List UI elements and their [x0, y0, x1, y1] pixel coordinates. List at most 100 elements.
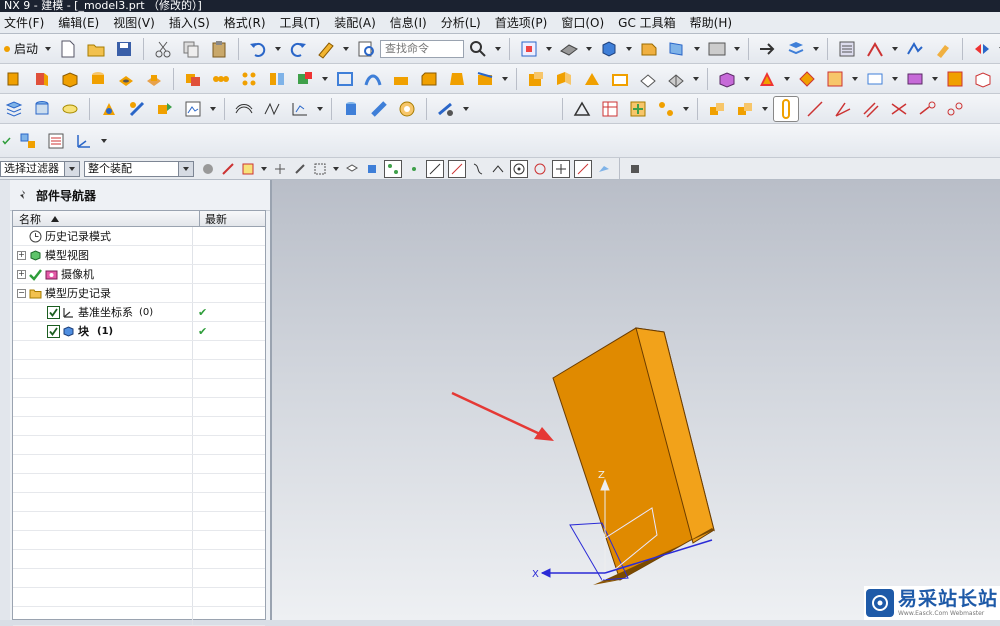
select-solid-icon[interactable]	[343, 160, 361, 178]
rotate-select-icon[interactable]	[291, 160, 309, 178]
measure-icon[interactable]	[863, 37, 887, 61]
menu-analysis[interactable]: 分析(L)	[439, 13, 483, 32]
start-icon[interactable]	[2, 37, 12, 61]
offset-face-icon[interactable]	[552, 67, 576, 91]
wcs-icon[interactable]	[72, 129, 96, 153]
tree-row-model-views[interactable]: + 模型视图	[13, 246, 265, 265]
sweep-icon[interactable]	[361, 67, 385, 91]
pattern-icon[interactable]	[209, 67, 233, 91]
menu-info[interactable]: 信息(I)	[388, 13, 429, 32]
pipe-icon[interactable]	[367, 97, 391, 121]
assembly-tree-icon[interactable]	[16, 129, 40, 153]
boss-icon[interactable]	[142, 67, 166, 91]
shell-icon[interactable]	[333, 67, 357, 91]
assembly-nav-icon[interactable]	[835, 37, 859, 61]
link-icon[interactable]	[773, 95, 799, 122]
cross-line-icon[interactable]	[887, 97, 911, 121]
background-icon[interactable]	[705, 37, 729, 61]
flat-pattern-icon[interactable]	[971, 67, 995, 91]
select-region-icon[interactable]	[239, 160, 257, 178]
extrude-icon[interactable]	[2, 67, 26, 91]
section-view-icon[interactable]	[637, 37, 661, 61]
checkmark-icon[interactable]	[2, 129, 12, 153]
paste-icon[interactable]	[207, 37, 231, 61]
snap-tangent-icon[interactable]	[489, 160, 507, 178]
draft-icon[interactable]	[445, 67, 469, 91]
analysis-icon[interactable]	[434, 97, 458, 121]
command-search-input[interactable]	[380, 39, 465, 58]
copy-icon[interactable]	[179, 37, 203, 61]
component-icon[interactable]	[705, 97, 729, 121]
render-style-icon[interactable]	[557, 37, 581, 61]
column-name-header[interactable]: 名称	[13, 211, 200, 226]
line-icon[interactable]	[803, 97, 827, 121]
save-icon[interactable]	[112, 37, 136, 61]
component-group-icon[interactable]	[733, 97, 757, 121]
move-face-icon[interactable]	[608, 67, 632, 91]
datum-plane-icon[interactable]	[293, 67, 317, 91]
snap-line-icon[interactable]	[426, 159, 444, 178]
rebend-icon[interactable]	[903, 67, 927, 91]
visibility-checkbox[interactable]	[47, 305, 60, 319]
3d-model-view[interactable]: Z X	[272, 180, 1000, 620]
menu-format[interactable]: 格式(R)	[222, 13, 268, 32]
through-curves-icon[interactable]	[260, 97, 284, 121]
label-icon[interactable]	[58, 97, 82, 121]
angle-line-icon[interactable]	[831, 97, 855, 121]
insert-part-icon[interactable]	[97, 97, 121, 121]
menu-gc-toolbox[interactable]: GC 工具箱	[616, 13, 678, 32]
delete-face-icon[interactable]	[664, 67, 688, 91]
menu-help[interactable]: 帮助(H)	[688, 13, 734, 32]
menu-tools[interactable]: 工具(T)	[278, 13, 323, 32]
snap-existing-point-icon[interactable]	[552, 159, 570, 178]
graphics-window[interactable]: Z X 易采站长站 Www.Easck.Com Webmaster	[272, 180, 1000, 620]
move-object-icon[interactable]	[756, 37, 780, 61]
collapse-icon[interactable]: −	[17, 289, 26, 298]
new-file-icon[interactable]	[56, 37, 80, 61]
expand-icon[interactable]: +	[17, 251, 26, 260]
tab-icon[interactable]	[755, 67, 779, 91]
menu-edit[interactable]: 编辑(E)	[56, 13, 101, 32]
open-folder-icon[interactable]	[84, 37, 108, 61]
tree-row-history-mode[interactable]: 历史记录模式	[13, 227, 265, 246]
replace-face-icon[interactable]	[580, 67, 604, 91]
paint-icon[interactable]	[931, 37, 955, 61]
snap-intersection-icon[interactable]	[448, 159, 466, 178]
table-icon[interactable]	[598, 97, 622, 121]
column-latest-header[interactable]: 最新	[200, 211, 265, 226]
chamfer-icon[interactable]	[417, 67, 441, 91]
snap-on-face-icon[interactable]	[595, 160, 613, 178]
arc-line-icon[interactable]	[915, 97, 939, 121]
visibility-checkbox[interactable]	[47, 324, 60, 338]
spline-icon[interactable]	[943, 97, 967, 121]
closed-corner-icon[interactable]	[943, 67, 967, 91]
menu-insert[interactable]: 插入(S)	[167, 13, 212, 32]
block-icon[interactable]	[58, 67, 82, 91]
trim-body-icon[interactable]	[473, 67, 497, 91]
snap-midpoint-icon[interactable]	[405, 160, 423, 178]
selection-scope-select[interactable]: 整个装配	[84, 160, 194, 177]
snap-icon[interactable]	[970, 37, 994, 61]
constraint-icon[interactable]	[125, 97, 149, 121]
snap-on-curve-icon[interactable]	[574, 159, 592, 178]
menu-view[interactable]: 视图(V)	[111, 13, 157, 32]
snap-center-icon[interactable]	[510, 159, 528, 178]
sketch-icon[interactable]	[314, 37, 338, 61]
mirror-icon[interactable]	[265, 67, 289, 91]
undo-icon[interactable]	[246, 37, 270, 61]
search-icon[interactable]	[466, 37, 490, 61]
unite-icon[interactable]	[181, 67, 205, 91]
cut-icon[interactable]	[151, 37, 175, 61]
expand-icon[interactable]: +	[17, 270, 26, 279]
filter-settings-icon[interactable]	[199, 160, 217, 178]
holes-pattern-icon[interactable]	[237, 67, 261, 91]
fit-view-icon[interactable]	[517, 37, 541, 61]
menu-window[interactable]: 窗口(O)	[559, 13, 606, 32]
pull-face-icon[interactable]	[636, 67, 660, 91]
hole-icon[interactable]	[114, 67, 138, 91]
move-component-icon[interactable]	[153, 97, 177, 121]
grid-options-icon[interactable]	[654, 97, 678, 121]
start-menu-button[interactable]: 启动	[14, 40, 38, 57]
thread-icon[interactable]	[395, 97, 419, 121]
select-feature-icon[interactable]	[219, 160, 237, 178]
